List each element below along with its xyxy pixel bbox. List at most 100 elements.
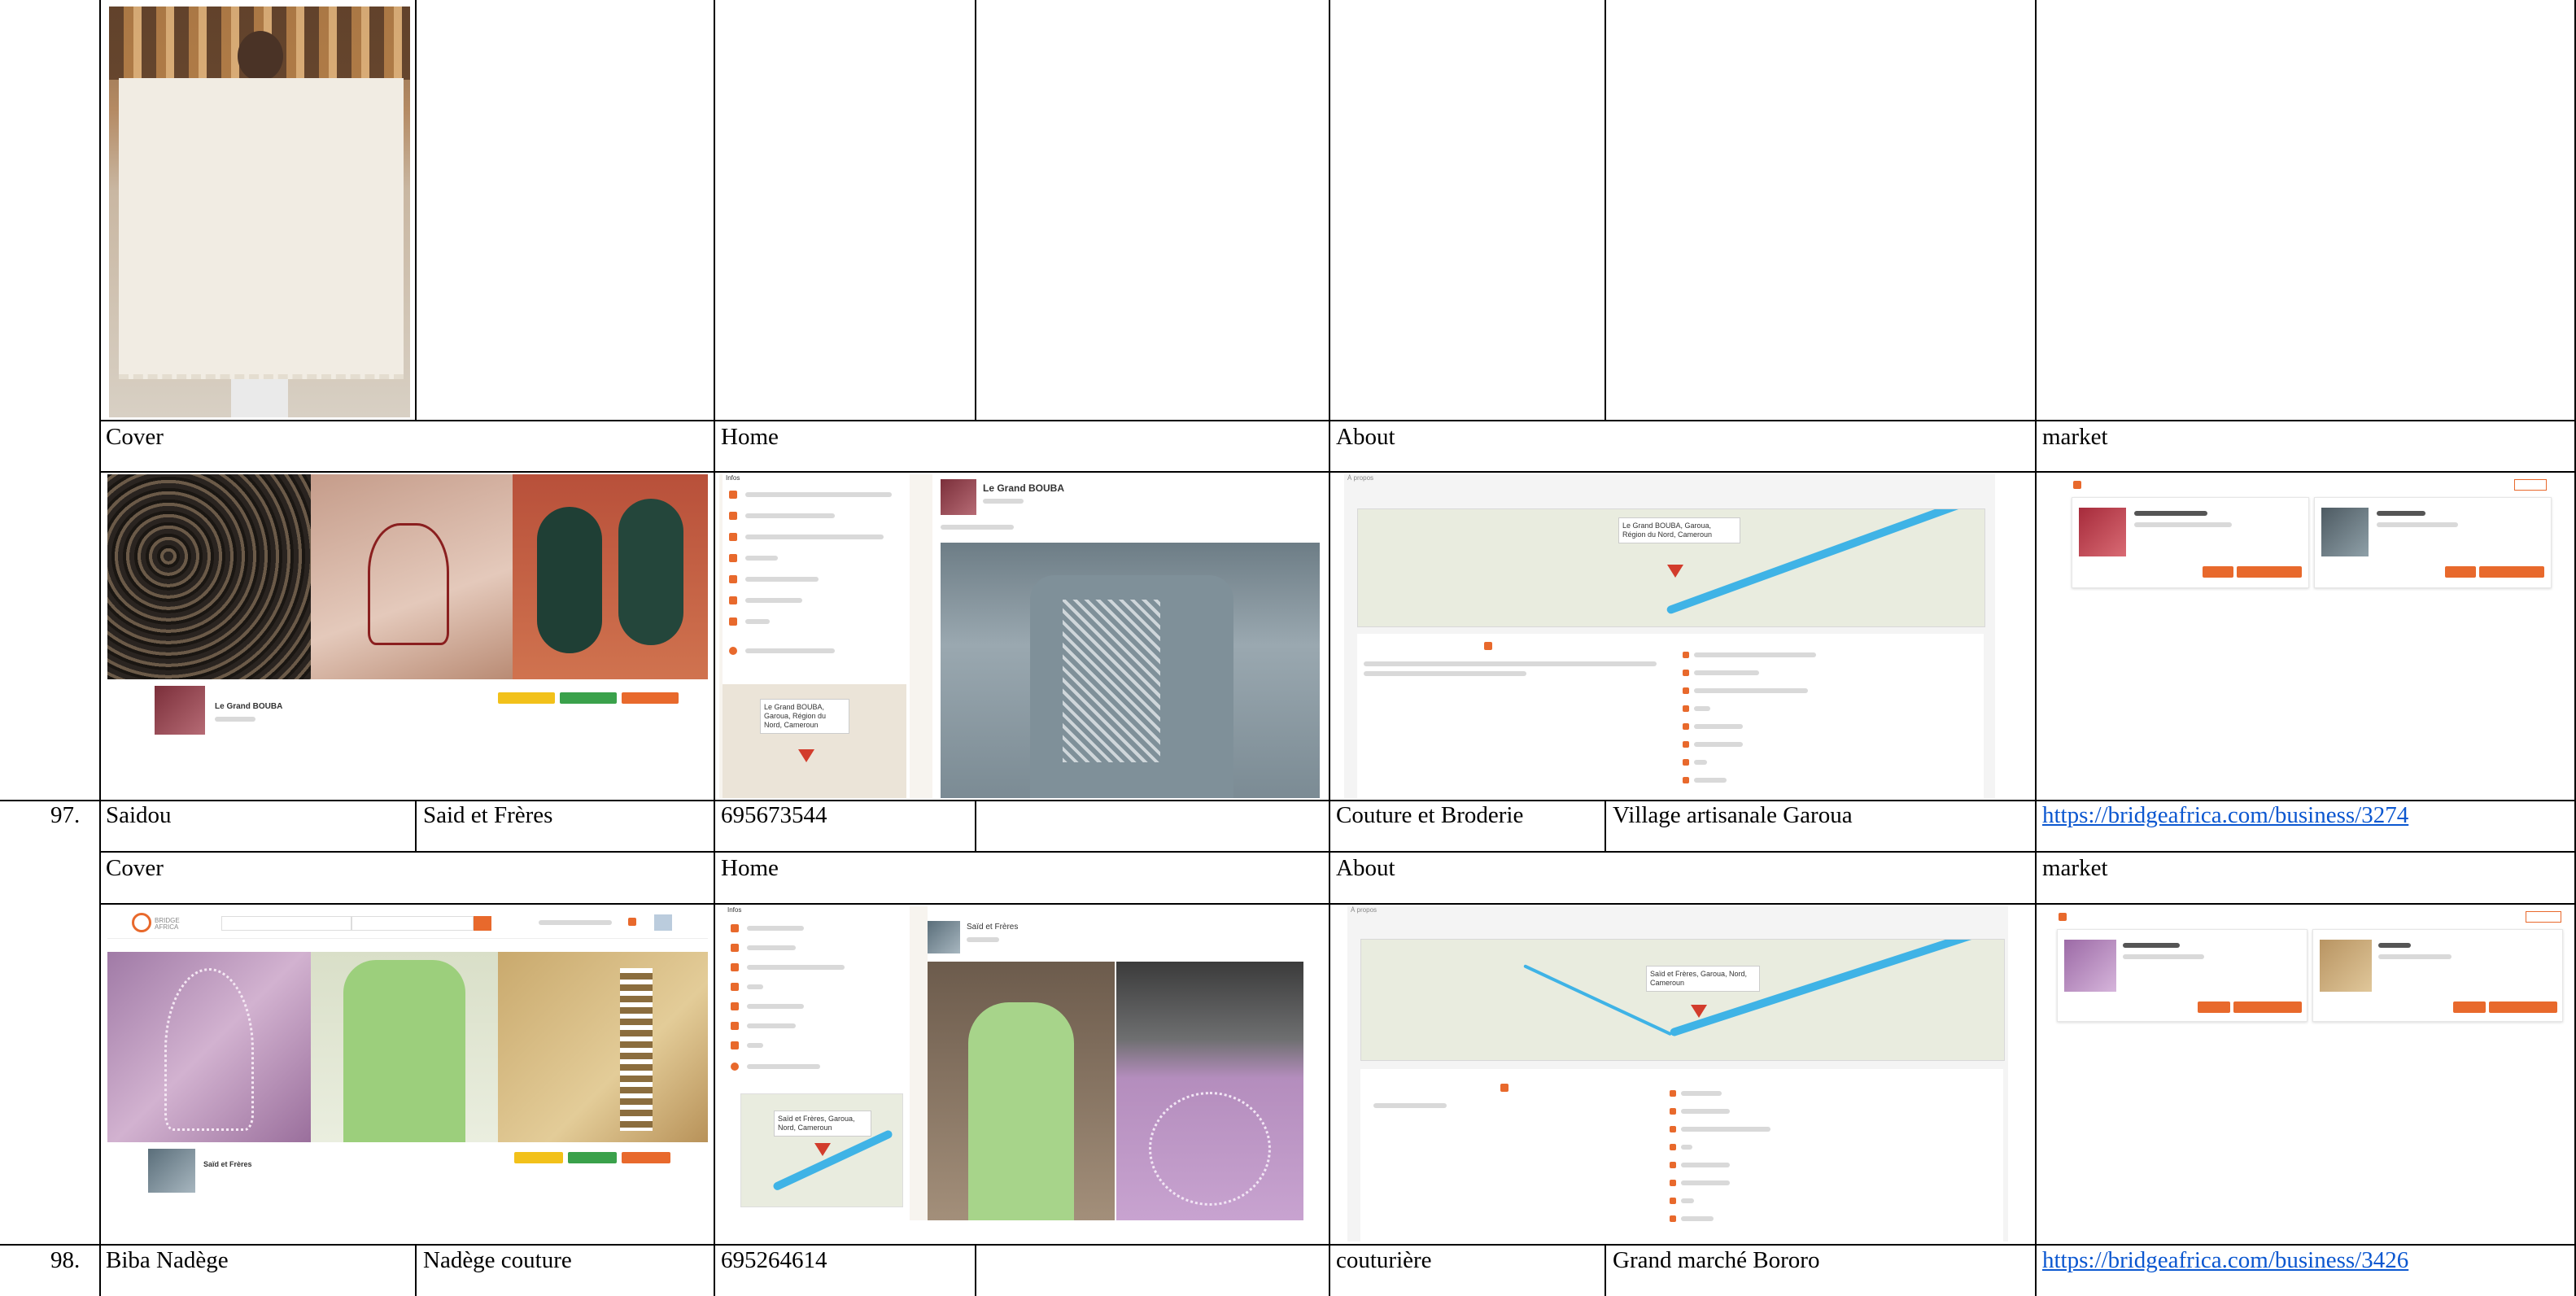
post-caption bbox=[941, 525, 1014, 530]
location-icon bbox=[729, 533, 737, 541]
mini-map: Le Grand BOUBA, Garoua, Région du Nord, … bbox=[723, 684, 906, 798]
header-logo-text: BRIDGE AFRICA bbox=[155, 917, 180, 931]
header-location-input[interactable] bbox=[351, 916, 474, 931]
cover-profile-name: Saïd et Frères bbox=[203, 1160, 252, 1168]
post-photo-right bbox=[1116, 962, 1303, 1220]
follow-button[interactable] bbox=[514, 1152, 563, 1163]
about-info-icon bbox=[1683, 759, 1689, 766]
cover-label: Cover bbox=[106, 424, 164, 450]
grid-line bbox=[1605, 1244, 1606, 1296]
market-add-button[interactable] bbox=[2526, 911, 2561, 923]
header-notification-icon[interactable] bbox=[628, 918, 636, 926]
product-card[interactable] bbox=[2057, 929, 2307, 1022]
product-cart-button[interactable] bbox=[2479, 566, 2544, 578]
cover-photo-middle bbox=[311, 474, 513, 679]
product-cart-button[interactable] bbox=[2489, 1001, 2557, 1013]
email-icon bbox=[729, 617, 737, 626]
home-label: Home bbox=[721, 424, 779, 450]
mini-map-bubble: Le Grand BOUBA, Garoua, Région du Nord, … bbox=[760, 699, 849, 734]
header-search-input[interactable] bbox=[221, 916, 351, 931]
mini-map-river bbox=[771, 1128, 894, 1192]
grid-line bbox=[99, 903, 2576, 905]
about-details bbox=[1360, 1069, 2003, 1241]
about-info-icon bbox=[1683, 723, 1689, 730]
bridge-africa-logo bbox=[132, 913, 151, 932]
post-avatar bbox=[941, 479, 976, 515]
entry-link[interactable]: https://bridgeafrica.com/business/3274 bbox=[2042, 801, 2408, 829]
header-user-avatar[interactable] bbox=[654, 914, 672, 931]
entry-index: 98. bbox=[50, 1247, 81, 1273]
email-icon bbox=[731, 1041, 739, 1049]
product-cart-button[interactable] bbox=[2237, 566, 2302, 578]
home-label: Home bbox=[721, 855, 779, 881]
about-info-icon bbox=[1670, 1180, 1676, 1186]
about-desc-line bbox=[1364, 661, 1657, 666]
product-thumbnail bbox=[2079, 508, 2126, 556]
entry-link[interactable]: https://bridgeafrica.com/business/3426 bbox=[2042, 1246, 2408, 1274]
about-map-bubble: Saïd et Frères, Garoua, Nord, Cameroun bbox=[1646, 966, 1760, 992]
sandal-right bbox=[618, 499, 683, 645]
about-info-line bbox=[1694, 706, 1710, 711]
about-map-bubble: Le Grand BOUBA, Garoua, Région du Nord, … bbox=[1618, 517, 1740, 543]
market-add-button[interactable] bbox=[2514, 479, 2547, 491]
about-info-line bbox=[1681, 1091, 1722, 1096]
embroidery-pattern bbox=[368, 523, 449, 645]
info-line bbox=[747, 965, 845, 970]
about-info-icon bbox=[1683, 741, 1689, 748]
contact-button[interactable] bbox=[622, 1152, 670, 1163]
grid-line bbox=[99, 0, 101, 1296]
product-buy-button[interactable] bbox=[2198, 1001, 2230, 1013]
product-buy-button[interactable] bbox=[2453, 1001, 2486, 1013]
about-info-icon bbox=[1670, 1215, 1676, 1222]
product-buy-button[interactable] bbox=[2445, 566, 2476, 578]
header-search-button[interactable] bbox=[474, 916, 491, 931]
about-label: About bbox=[1336, 855, 1395, 881]
mail-icon bbox=[729, 554, 737, 562]
cover-profile-name: Le Grand BOUBA bbox=[215, 702, 283, 711]
product-card[interactable] bbox=[2072, 497, 2309, 588]
cover-photo-left bbox=[107, 474, 311, 679]
contact-button[interactable] bbox=[622, 692, 679, 704]
product-card[interactable] bbox=[2314, 497, 2552, 588]
product-desc bbox=[2377, 522, 2458, 527]
about-info-icon bbox=[1670, 1108, 1676, 1115]
info-line bbox=[745, 648, 835, 653]
about-info-line bbox=[1694, 778, 1727, 783]
post-photo bbox=[941, 543, 1320, 798]
info-line bbox=[745, 513, 835, 518]
market-label: market bbox=[2042, 424, 2108, 450]
about-info-icon bbox=[1670, 1198, 1676, 1204]
header-nav[interactable] bbox=[539, 920, 612, 925]
product-photo bbox=[109, 7, 410, 417]
embroidery-pattern bbox=[164, 968, 254, 1131]
mini-map-pin bbox=[814, 1143, 831, 1156]
person-head bbox=[238, 31, 283, 81]
follow-button[interactable] bbox=[498, 692, 555, 704]
location-icon bbox=[731, 963, 739, 971]
product-thumbnail bbox=[2064, 940, 2116, 992]
info-line bbox=[745, 556, 778, 561]
about-desc-line bbox=[1364, 671, 1526, 676]
about-map-pin bbox=[1667, 565, 1683, 578]
message-button[interactable] bbox=[568, 1152, 617, 1163]
phone-icon bbox=[729, 596, 737, 604]
about-info-line bbox=[1681, 1180, 1730, 1185]
product-cart-button[interactable] bbox=[2233, 1001, 2302, 1013]
info-line bbox=[745, 619, 770, 624]
cover-label: Cover bbox=[106, 855, 164, 881]
info-line bbox=[745, 577, 819, 582]
about-info-line bbox=[1681, 1127, 1770, 1132]
embroidery-pattern bbox=[1149, 1092, 1271, 1206]
info-line bbox=[747, 1004, 804, 1009]
product-card[interactable] bbox=[2312, 929, 2563, 1022]
message-button[interactable] bbox=[560, 692, 617, 704]
about-details bbox=[1357, 634, 1984, 798]
grid-line bbox=[0, 1244, 2576, 1246]
entry-index: 97. bbox=[50, 802, 81, 828]
mail-icon bbox=[731, 983, 739, 991]
home-feed: Le Grand BOUBA bbox=[932, 474, 1320, 798]
grid-line bbox=[714, 0, 715, 1296]
about-info-icon bbox=[1683, 670, 1689, 676]
mini-map: Saïd et Frères, Garoua, Nord, Cameroun bbox=[740, 1093, 903, 1207]
product-buy-button[interactable] bbox=[2203, 566, 2233, 578]
